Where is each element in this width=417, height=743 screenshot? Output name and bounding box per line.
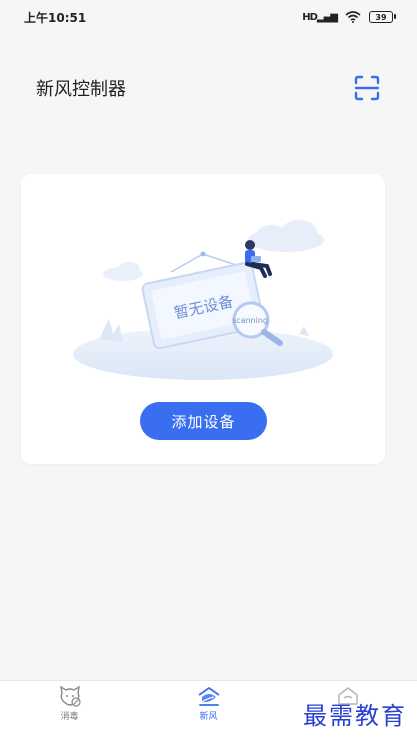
magnifier-text: scanning: [232, 316, 268, 325]
empty-device-card: 暂无设备 scanning 添加设备: [21, 174, 385, 464]
header: 新风控制器: [0, 68, 417, 108]
disinfect-icon: [59, 685, 81, 707]
cloud-icon: [103, 262, 143, 281]
status-icons: HD▂▄▆ 39: [302, 11, 396, 23]
signal-icon: HD▂▄▆: [302, 11, 338, 23]
no-device-illustration: 暂无设备 scanning: [73, 220, 333, 380]
watermark-text: 最需教育: [303, 702, 407, 730]
tab-disinfect[interactable]: 消毒: [0, 681, 139, 743]
wifi-icon: [345, 11, 361, 23]
scan-icon: [354, 75, 380, 101]
battery-level: 39: [375, 12, 387, 22]
plant-shape: [99, 319, 123, 342]
status-time: 上午10:51: [24, 10, 87, 25]
status-bar: 上午10:51 HD▂▄▆ 39: [0, 0, 417, 34]
battery-icon: 39: [369, 11, 396, 23]
tab-label: 消毒: [60, 712, 79, 722]
plant-shape: [299, 326, 309, 336]
signal-label: HD: [302, 11, 318, 23]
add-device-button[interactable]: 添加设备: [140, 402, 267, 440]
tab-label: 新风: [199, 712, 218, 722]
fresh-air-icon: [197, 687, 220, 706]
cloud-icon: [248, 220, 324, 252]
page-title: 新风控制器: [36, 79, 126, 100]
scan-button[interactable]: [353, 74, 381, 102]
tab-fresh-air[interactable]: 新风: [139, 681, 278, 743]
